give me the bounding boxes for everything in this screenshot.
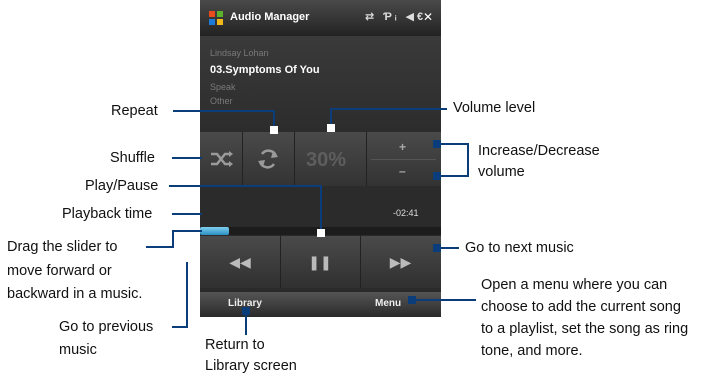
song-title: 03.Symptoms Of You (210, 64, 320, 76)
library-leader (245, 313, 247, 335)
inc-leader-top (441, 143, 469, 145)
increase-decrease-callout-2: volume (478, 164, 525, 180)
play-pause-button[interactable]: ❚❚ (280, 236, 361, 288)
volume-up-marker (433, 140, 441, 148)
volume-down-button[interactable]: – (399, 164, 406, 178)
volume-level: 30% (306, 149, 347, 171)
play-marker (317, 229, 325, 237)
volume-up-button[interactable]: + (399, 140, 406, 154)
next-button[interactable]: ▶▶ (360, 236, 441, 288)
windows-start-icon[interactable] (208, 10, 224, 26)
artist-name: Lindsay Lohan (210, 48, 269, 58)
playback-time: -02:41 (393, 208, 419, 218)
inc-leader-bottom (441, 175, 469, 177)
drag-slider-callout-1: Drag the slider to (7, 239, 118, 255)
rewind-icon: ◀◀ (229, 254, 251, 270)
time-leader (172, 213, 202, 215)
fast-forward-icon: ▶▶ (389, 254, 412, 270)
volume-down-marker (433, 172, 441, 180)
slider-leader (172, 230, 202, 232)
library-callout-1: Return to (205, 337, 265, 353)
menu-callout-1: Open a menu where you can (481, 277, 668, 293)
prev-leader-h (172, 326, 188, 328)
slider-leader-v (172, 230, 174, 247)
track-info-panel: Lindsay Lohan 03.Symptoms Of You Speak O… (200, 36, 441, 132)
playback-time-callout: Playback time (62, 206, 153, 222)
shuffle-button[interactable] (200, 132, 243, 186)
repeat-icon (258, 149, 278, 169)
increase-decrease-callout-1: Increase/Decrease (478, 143, 600, 159)
status-icons: ⇄ Ƥᵢ ◀€ (365, 11, 427, 23)
seek-slider[interactable] (200, 227, 229, 235)
next-music-callout: Go to next music (465, 240, 574, 256)
drag-slider-callout-3: backward in a music. (7, 286, 143, 302)
repeat-marker (270, 126, 278, 134)
play-leader (169, 185, 322, 187)
app-title: Audio Manager (230, 11, 310, 23)
volume-level-display: 30% (294, 132, 367, 186)
shuffle-leader (172, 157, 202, 159)
volume-buttons: + – (366, 132, 441, 186)
play-pause-callout: Play/Pause (85, 178, 159, 194)
audio-manager-screen: Audio Manager ⇄ Ƥᵢ ◀€ ✕ Lindsay Lohan 03… (200, 0, 441, 317)
menu-callout-4: tone, and more. (481, 343, 583, 359)
previous-music-callout-1: Go to previous (59, 319, 154, 335)
prev-leader-v (186, 262, 188, 327)
drag-slider-callout-2: move forward or (7, 263, 112, 279)
inc-leader-v (467, 143, 469, 177)
menu-marker (408, 296, 416, 304)
next-leader (441, 247, 459, 249)
menu-softkey[interactable]: Menu (375, 298, 401, 309)
slider-leader-h (146, 246, 174, 248)
softkey-bar: Library Menu (200, 292, 441, 317)
play-leader-v (320, 185, 322, 233)
volume-divider (371, 159, 436, 160)
repeat-callout: Repeat (111, 103, 158, 119)
repeat-button[interactable] (242, 132, 295, 186)
volume-marker (327, 124, 335, 132)
menu-callout-3: to a playlist, set the song as ring (481, 321, 689, 337)
close-icon[interactable]: ✕ (423, 10, 433, 24)
repeat-leader (173, 110, 274, 112)
volume-level-callout: Volume level (453, 100, 536, 116)
title-bar: Audio Manager ⇄ Ƥᵢ ◀€ ✕ (200, 0, 441, 36)
navigation-bar: ◀◀ ❚❚ ▶▶ (200, 236, 441, 288)
menu-callout-2: choose to add the current song (481, 299, 681, 315)
album-name: Speak (210, 82, 236, 92)
shuffle-callout: Shuffle (110, 150, 155, 166)
volume-leader (330, 108, 447, 110)
library-callout-2: Library screen (205, 358, 297, 374)
shuffle-icon (211, 151, 233, 167)
genre-name: Other (210, 96, 233, 106)
control-bar: 30% + – (200, 132, 441, 186)
next-marker (433, 244, 441, 252)
previous-music-callout-2: music (59, 342, 97, 358)
pause-icon: ❚❚ (308, 254, 332, 270)
previous-button[interactable]: ◀◀ (200, 236, 281, 288)
menu-leader (416, 299, 476, 301)
